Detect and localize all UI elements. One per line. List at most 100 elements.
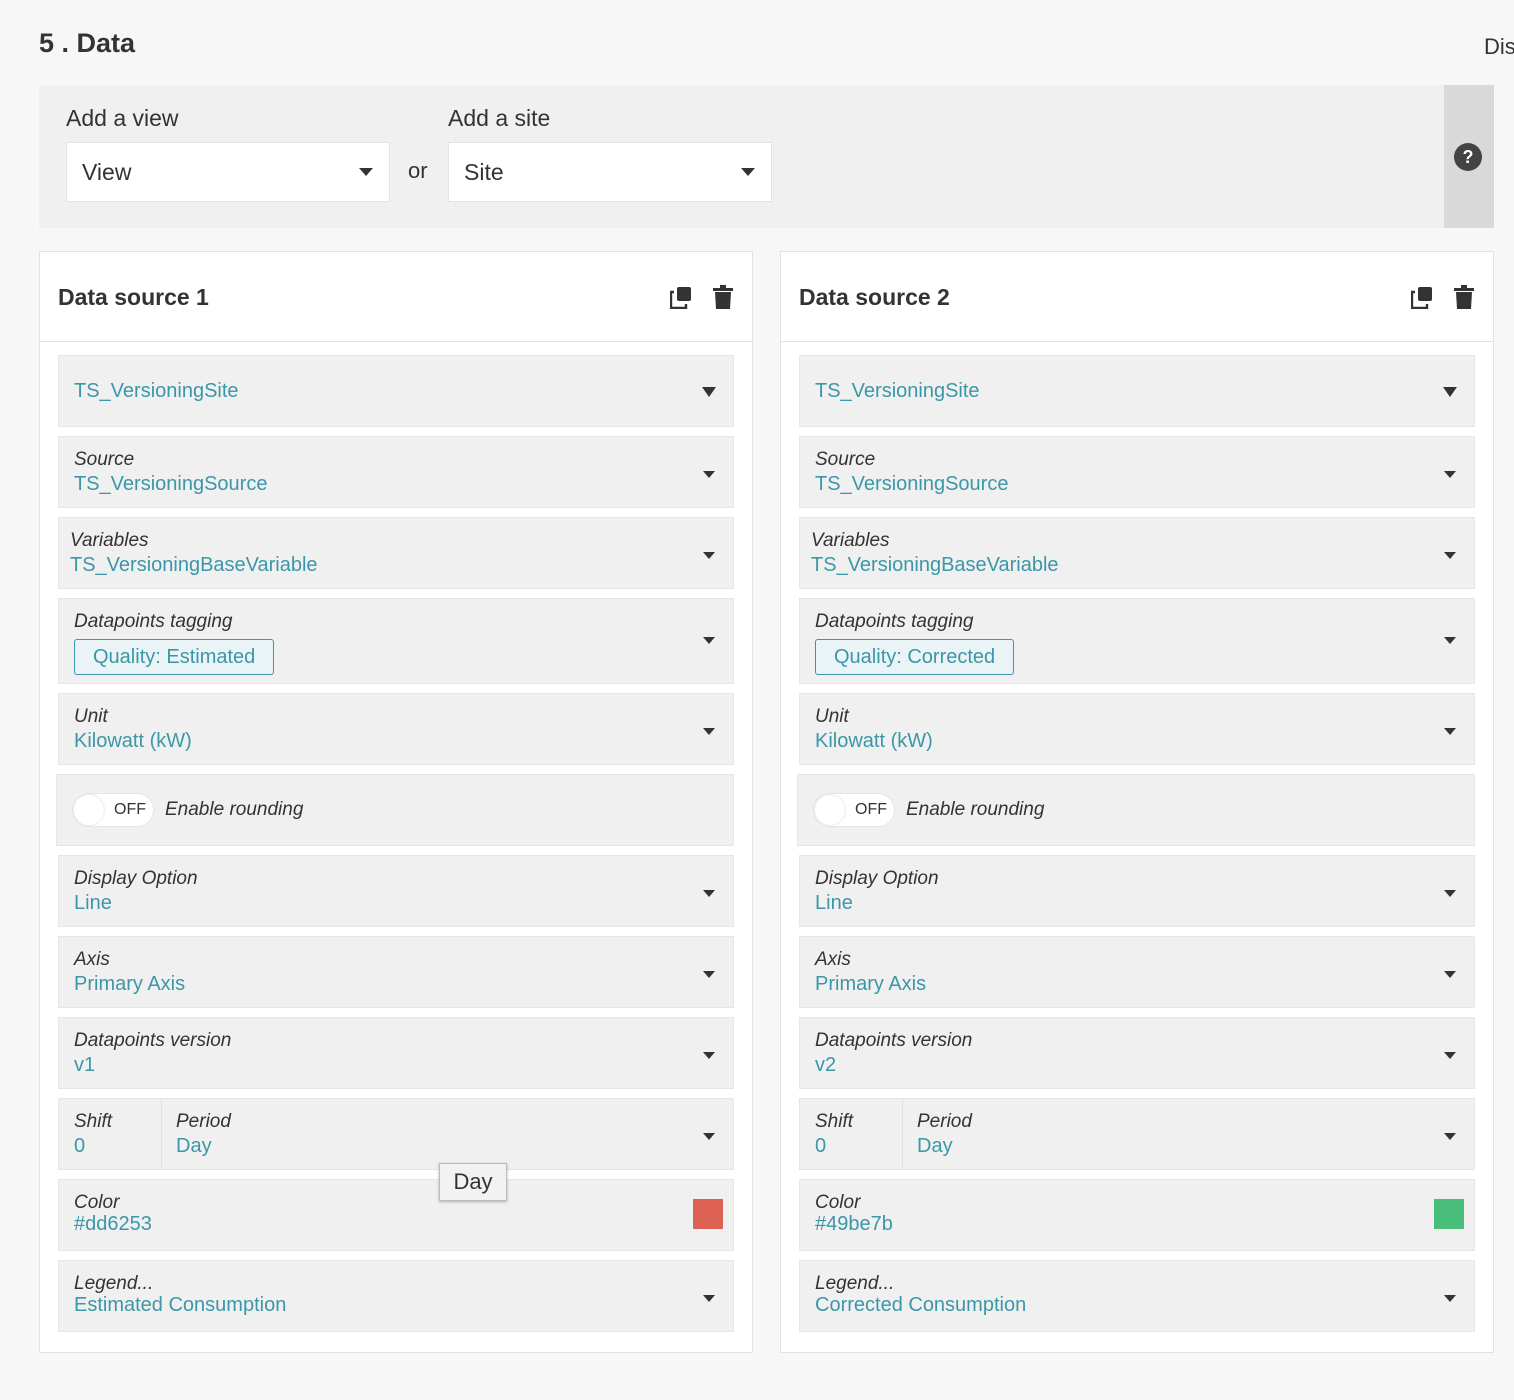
site-dropdown[interactable]: TS_VersioningSite bbox=[799, 355, 1475, 427]
period-value: Day bbox=[176, 1135, 212, 1157]
data-source-card-1: Data source 1 TS_VersioningSite Source T… bbox=[39, 251, 753, 1353]
shift-period-row: Shift 0 Period Day bbox=[799, 1098, 1475, 1170]
period-label: Period bbox=[176, 1111, 231, 1132]
or-text: or bbox=[408, 158, 428, 183]
unit-dropdown[interactable]: Unit Kilowatt (kW) bbox=[58, 693, 734, 765]
quality-tag[interactable]: Quality: Estimated bbox=[74, 639, 275, 675]
chevron-down-icon bbox=[702, 387, 716, 397]
chevron-down-icon bbox=[703, 1052, 715, 1059]
axis-value: Primary Axis bbox=[815, 973, 927, 995]
rounding-row: OFF Enable rounding bbox=[56, 774, 734, 846]
chevron-down-icon bbox=[1444, 1052, 1456, 1059]
shift-label: Shift bbox=[815, 1111, 854, 1132]
color-label: Color bbox=[815, 1192, 861, 1213]
datapoints-version-label: Datapoints version bbox=[74, 1030, 232, 1051]
legend-dropdown[interactable]: Legend... Estimated Consumption bbox=[58, 1260, 734, 1332]
site-value: TS_VersioningSite bbox=[815, 380, 980, 402]
rounding-label: Enable rounding bbox=[165, 799, 304, 820]
variables-label: Variables bbox=[70, 530, 149, 551]
toggle-knob bbox=[815, 795, 845, 825]
chevron-down-icon bbox=[703, 471, 715, 478]
variables-dropdown[interactable]: Variables TS_VersioningBaseVariable bbox=[58, 517, 734, 589]
data-source-card-2: Data source 2 TS_VersioningSite Source T… bbox=[780, 251, 1494, 1353]
add-view-site-panel: Add a view View or Add a site Site ? bbox=[39, 85, 1494, 228]
data-source-header: Data source 1 bbox=[40, 252, 752, 342]
source-dropdown[interactable]: Source TS_VersioningSource bbox=[799, 436, 1475, 508]
rounding-toggle[interactable]: OFF bbox=[813, 793, 895, 827]
chevron-down-icon bbox=[1444, 1133, 1456, 1140]
variables-label: Variables bbox=[811, 530, 890, 551]
chevron-down-icon bbox=[1444, 890, 1456, 897]
chevron-down-icon bbox=[703, 728, 715, 735]
period-value: Day bbox=[917, 1135, 953, 1157]
trash-icon[interactable] bbox=[712, 285, 734, 309]
chevron-down-icon bbox=[741, 168, 755, 176]
variables-value: TS_VersioningBaseVariable bbox=[70, 554, 318, 576]
chevron-down-icon bbox=[359, 168, 373, 176]
display-option-value: Line bbox=[74, 892, 112, 914]
datapoints-version-dropdown[interactable]: Datapoints version v2 bbox=[799, 1017, 1475, 1089]
color-picker-row[interactable]: Color #dd6253 bbox=[58, 1179, 734, 1251]
quality-tag[interactable]: Quality: Corrected bbox=[815, 639, 1015, 675]
help-icon[interactable]: ? bbox=[1454, 143, 1482, 171]
legend-value: Corrected Consumption bbox=[815, 1294, 1027, 1316]
unit-value: Kilowatt (kW) bbox=[815, 730, 933, 752]
color-swatch[interactable] bbox=[1434, 1199, 1464, 1229]
site-select[interactable]: Site bbox=[448, 142, 772, 202]
chevron-down-icon bbox=[703, 637, 715, 644]
display-option-dropdown[interactable]: Display Option Line bbox=[58, 855, 734, 927]
display-option-value: Line bbox=[815, 892, 853, 914]
color-picker-row[interactable]: Color #49be7b bbox=[799, 1179, 1475, 1251]
axis-dropdown[interactable]: Axis Primary Axis bbox=[799, 936, 1475, 1008]
axis-dropdown[interactable]: Axis Primary Axis bbox=[58, 936, 734, 1008]
display-option-label: Display Option bbox=[815, 868, 939, 889]
unit-label: Unit bbox=[74, 706, 108, 727]
datapoints-tagging-dropdown[interactable]: Datapoints tagging Quality: Corrected bbox=[799, 598, 1475, 684]
period-tooltip: Day bbox=[439, 1163, 507, 1201]
site-dropdown[interactable]: TS_VersioningSite bbox=[58, 355, 734, 427]
shift-value: 0 bbox=[815, 1135, 827, 1157]
color-value: #49be7b bbox=[815, 1213, 893, 1235]
data-source-title: Data source 1 bbox=[58, 284, 209, 310]
view-select[interactable]: View bbox=[66, 142, 390, 202]
datapoints-tagging-dropdown[interactable]: Datapoints tagging Quality: Estimated bbox=[58, 598, 734, 684]
color-swatch[interactable] bbox=[693, 1199, 723, 1229]
chevron-down-icon bbox=[1444, 552, 1456, 559]
toggle-state: OFF bbox=[114, 801, 146, 818]
chevron-down-icon bbox=[703, 890, 715, 897]
unit-label: Unit bbox=[815, 706, 849, 727]
variables-dropdown[interactable]: Variables TS_VersioningBaseVariable bbox=[799, 517, 1475, 589]
display-section-title-cut: Dis bbox=[1484, 34, 1514, 59]
chevron-down-icon bbox=[1444, 728, 1456, 735]
axis-label: Axis bbox=[74, 949, 110, 970]
datapoints-version-dropdown[interactable]: Datapoints version v1 bbox=[58, 1017, 734, 1089]
chevron-down-icon bbox=[703, 1295, 715, 1302]
unit-value: Kilowatt (kW) bbox=[74, 730, 192, 752]
variables-value: TS_VersioningBaseVariable bbox=[811, 554, 1059, 576]
toggle-state: OFF bbox=[855, 801, 887, 818]
chevron-down-icon bbox=[1443, 387, 1457, 397]
rounding-toggle[interactable]: OFF bbox=[72, 793, 154, 827]
unit-dropdown[interactable]: Unit Kilowatt (kW) bbox=[799, 693, 1475, 765]
color-value: #dd6253 bbox=[74, 1213, 152, 1235]
axis-label: Axis bbox=[815, 949, 851, 970]
display-option-dropdown[interactable]: Display Option Line bbox=[799, 855, 1475, 927]
duplicate-icon[interactable] bbox=[1411, 285, 1433, 309]
legend-label: Legend... bbox=[815, 1273, 895, 1294]
chevron-down-icon bbox=[1444, 637, 1456, 644]
legend-dropdown[interactable]: Legend... Corrected Consumption bbox=[799, 1260, 1475, 1332]
chevron-down-icon bbox=[703, 1133, 715, 1140]
data-source-header: Data source 2 bbox=[781, 252, 1493, 342]
view-select-value: View bbox=[82, 158, 132, 185]
rounding-row: OFF Enable rounding bbox=[797, 774, 1475, 846]
shift-period-row: Shift 0 Period Day bbox=[58, 1098, 734, 1170]
trash-icon[interactable] bbox=[1453, 285, 1475, 309]
datapoints-version-value: v2 bbox=[815, 1054, 837, 1076]
add-view-label: Add a view bbox=[66, 105, 179, 131]
shift-value: 0 bbox=[74, 1135, 86, 1157]
site-value: TS_VersioningSite bbox=[74, 380, 239, 402]
duplicate-icon[interactable] bbox=[670, 285, 692, 309]
source-label: Source bbox=[74, 449, 135, 470]
source-dropdown[interactable]: Source TS_VersioningSource bbox=[58, 436, 734, 508]
chevron-down-icon bbox=[703, 971, 715, 978]
